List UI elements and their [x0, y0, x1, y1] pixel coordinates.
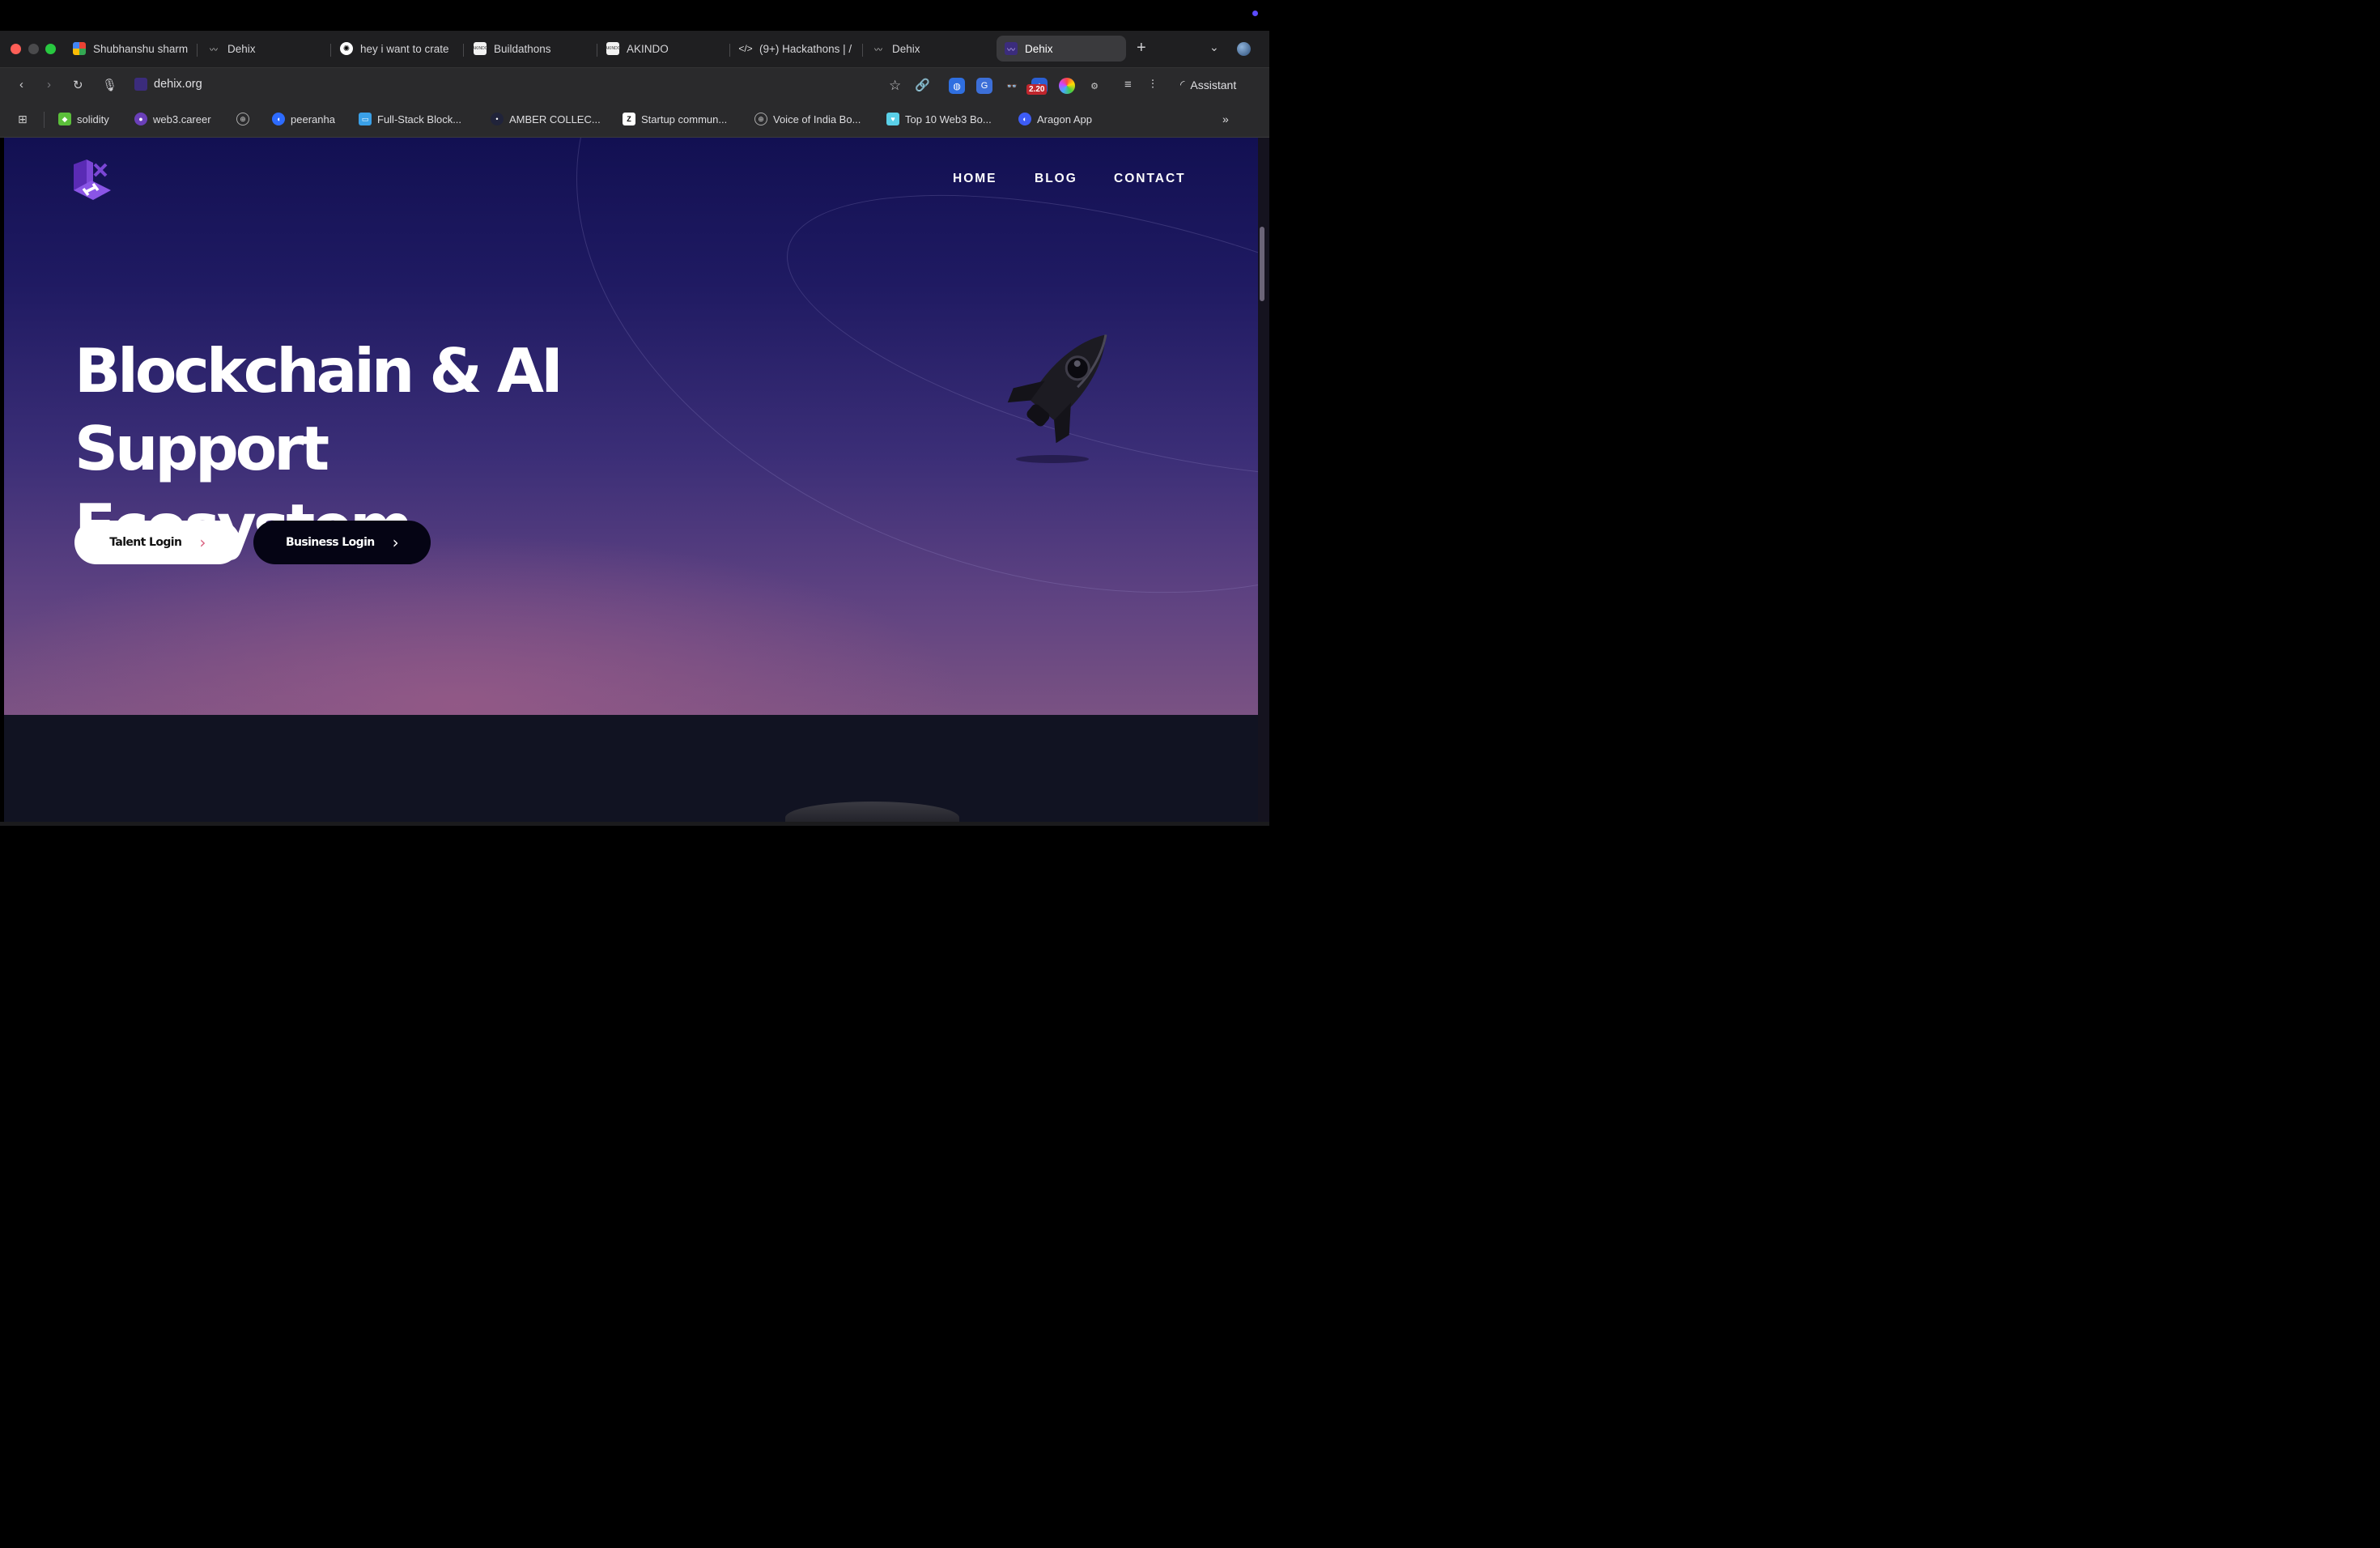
bookmark-star-icon[interactable]: ☆ — [889, 78, 901, 94]
bookmarks-bar: ⊞ ◆ solidity ● web3.career ⊕ ◖ peeranha … — [0, 103, 1269, 138]
assistant-label: Assistant — [1190, 78, 1237, 91]
business-login-button[interactable]: Business Login › — [253, 521, 431, 564]
incognito-extension-icon[interactable]: 👓 — [1004, 78, 1020, 94]
bookmark-voice-of-india[interactable]: ⊕ Voice of India Bo... — [754, 113, 861, 125]
tab-chatgpt[interactable]: ✺ hey i want to crate — [332, 36, 461, 62]
fullscreen-window-icon[interactable] — [45, 44, 56, 54]
dehix-logo[interactable] — [69, 158, 114, 209]
tab-akindo[interactable]: AKINDO AKINDO — [598, 36, 728, 62]
dehix-logo-icon: 〰 — [1005, 42, 1018, 55]
bookmark-web3-career[interactable]: ● web3.career — [134, 113, 211, 125]
talent-login-label: Talent Login — [109, 536, 182, 549]
bookmark-startup[interactable]: Z Startup commun... — [623, 113, 727, 125]
tab-label: Shubhanshu sharm — [93, 42, 189, 55]
extension-globe-icon[interactable]: ◍ — [949, 78, 965, 94]
business-login-label: Business Login — [285, 536, 375, 549]
chevron-right-icon: › — [199, 533, 206, 552]
tab-label: (9+) Hackathons | / — [759, 42, 852, 55]
device-illustration — [785, 802, 959, 822]
bookmark-top10-web3[interactable]: ♥ Top 10 Web3 Bo... — [886, 113, 992, 125]
assistant-button[interactable]: ◜ Assistant — [1180, 78, 1236, 91]
tab-label: Dehix — [1025, 42, 1053, 55]
web-page: HOME BLOG CONTACT Blockchain & AI Suppor… — [4, 138, 1258, 822]
amber-icon: • — [491, 113, 504, 125]
bookmark-solidity[interactable]: ◆ solidity — [58, 113, 109, 125]
back-icon[interactable]: ‹ — [19, 78, 23, 91]
solidity-icon: ◆ — [58, 113, 71, 125]
hero-section: HOME BLOG CONTACT Blockchain & AI Suppor… — [4, 138, 1258, 715]
reload-icon[interactable]: ↻ — [73, 78, 83, 92]
bookmark-peeranha[interactable]: ◖ peeranha — [272, 113, 335, 125]
system-bar — [0, 0, 1269, 31]
chat-color-icon — [73, 42, 86, 55]
profile-avatar[interactable] — [1237, 42, 1251, 56]
heart-icon: ♥ — [886, 113, 899, 125]
microphone-icon[interactable]: 🎙 — [102, 78, 117, 92]
new-tab-icon[interactable]: + — [1137, 39, 1146, 57]
tab-label: Buildathons — [494, 42, 551, 55]
recording-indicator-icon — [1252, 11, 1258, 16]
extension-badge: 2.20 — [1026, 84, 1048, 95]
chevron-down-icon[interactable]: ⌄ — [1209, 40, 1219, 54]
openai-icon: ✺ — [340, 42, 353, 55]
rocket-illustration — [984, 312, 1137, 470]
crystal-ball-icon: ● — [134, 113, 147, 125]
bookmark-fullstack[interactable]: ▭ Full-Stack Block... — [359, 113, 461, 125]
bookmark-divider — [44, 112, 45, 128]
peeranha-icon: ◖ — [272, 113, 285, 125]
apps-grid-icon[interactable]: ⊞ — [18, 113, 28, 126]
tab-buildathons[interactable]: AKINDO Buildathons — [465, 36, 595, 62]
dehix-logo-icon: 〰 — [874, 45, 882, 55]
tab-shubhanshu[interactable]: Shubhanshu sharm — [65, 36, 194, 62]
headline-line-1: Blockchain & AI Support — [74, 335, 563, 484]
color-picker-extension-icon[interactable] — [1059, 78, 1075, 94]
tab-label: hey i want to crate — [360, 42, 449, 55]
bookmark-icon: ▭ — [359, 113, 372, 125]
tab-dehix-1[interactable]: 〰 Dehix — [199, 36, 329, 62]
address-bar[interactable]: dehix.org — [134, 78, 202, 91]
nav-home[interactable]: HOME — [953, 172, 997, 186]
tab-strip: Shubhanshu sharm 〰 Dehix ✺ hey i want to… — [0, 31, 1269, 67]
tab-dehix-active[interactable]: 〰 Dehix — [997, 36, 1126, 62]
chevron-right-icon: › — [392, 533, 399, 552]
minimize-window-icon[interactable] — [28, 44, 39, 54]
assistant-icon: ◜ — [1180, 78, 1185, 91]
globe-icon: ⊕ — [754, 113, 767, 125]
audio-wave-icon[interactable]: ⫶ — [1151, 78, 1154, 91]
url-text: dehix.org — [154, 78, 202, 91]
puzzle-extensions-icon[interactable]: ⚙ — [1086, 78, 1103, 94]
close-window-icon[interactable] — [11, 44, 21, 54]
tab-dehix-2[interactable]: 〰 Dehix — [864, 36, 993, 62]
globe-icon: ⊕ — [236, 113, 249, 125]
akindo-icon: AKINDO — [605, 42, 621, 55]
tab-label: Dehix — [892, 42, 920, 55]
talent-login-button[interactable]: Talent Login › — [74, 521, 240, 564]
google-translate-icon[interactable]: G — [976, 78, 992, 94]
window-bottom-edge — [0, 822, 1269, 826]
bookmark-aragon[interactable]: ◐ Aragon App — [1018, 113, 1092, 125]
nav-contact[interactable]: CONTACT — [1114, 172, 1186, 186]
z-icon: Z — [623, 113, 635, 125]
site-favicon-icon — [134, 78, 147, 91]
browser-toolbar: ‹ › ↻ 🎙 dehix.org ☆ 🔗 ◍ G 👓 ▲ ⚙ ≡ ⫶ — [0, 67, 1269, 103]
more-bookmarks-icon[interactable]: » — [1222, 113, 1229, 125]
link-icon[interactable]: 🔗 — [915, 78, 930, 92]
bookmark-amber[interactable]: • AMBER COLLEC... — [491, 113, 601, 125]
scrollbar-thumb[interactable] — [1260, 227, 1264, 301]
bookmark-globe[interactable]: ⊕ — [236, 113, 249, 125]
tab-hackathons[interactable]: </> (9+) Hackathons | / — [731, 36, 861, 62]
nav-blog[interactable]: BLOG — [1035, 172, 1077, 186]
tab-label: Dehix — [227, 42, 256, 55]
tab-label: AKINDO — [627, 42, 669, 55]
dehix-logo-icon: 〰 — [210, 45, 218, 55]
aragon-icon: ◐ — [1018, 113, 1031, 125]
code-icon: </> — [738, 43, 753, 54]
forward-icon[interactable]: › — [47, 78, 51, 91]
akindo-icon: AKINDO — [472, 42, 488, 55]
reading-list-icon[interactable]: ≡ — [1124, 78, 1132, 91]
